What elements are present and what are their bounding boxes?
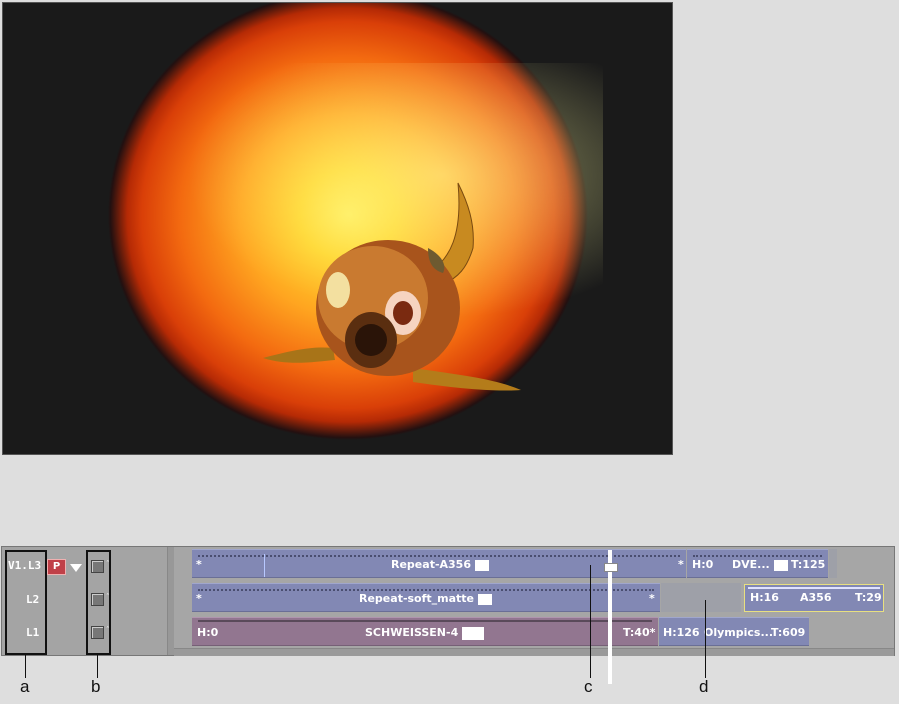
segment-dve[interactable]: H:0 DVE... T:125 — [687, 549, 828, 578]
patch-button[interactable]: P — [47, 559, 66, 575]
timeline-scroll-strip[interactable] — [174, 648, 894, 656]
callout-label-a: a — [20, 677, 30, 696]
callout-line-d — [705, 600, 706, 678]
segment-label: DVE... — [732, 558, 770, 571]
segment-a356-selected[interactable]: H:16 A356 T:29 — [744, 584, 884, 612]
callout-line-a — [25, 654, 26, 678]
segment-label: Repeat-soft_matte — [359, 592, 475, 605]
image-viewer — [2, 2, 673, 455]
playhead-handle[interactable] — [604, 563, 618, 572]
callout-label-b: b — [91, 677, 101, 696]
segment-olympics[interactable]: H:126 Olympics... T:609 — [659, 617, 809, 646]
callout-box-b — [86, 550, 111, 655]
fish-image — [263, 182, 521, 391]
timeline-panel: V1.L3 P L2 L1 ” ” ” * Repeat-A356 * H:0 … — [1, 546, 895, 656]
callout-line-c — [590, 565, 591, 678]
callout-label-d: d — [699, 677, 709, 696]
segment-empty-gap[interactable] — [661, 583, 741, 612]
track-headers: V1.L3 P L2 L1 ” ” ” — [2, 547, 167, 655]
track-menu-triangle-icon[interactable] — [70, 564, 82, 572]
callout-box-a — [5, 550, 47, 655]
segment-label: Repeat-A356 — [391, 558, 471, 571]
segment-gap[interactable] — [829, 549, 837, 578]
track-lanes: * Repeat-A356 * H:0 DVE... T:125 * Repea… — [174, 547, 894, 656]
segment-label: SCHWEISSEN-4 — [365, 626, 459, 639]
callout-label-c: c — [584, 677, 593, 696]
segment-schweissen-4[interactable]: H:0 SCHWEISSEN-4 T:40* — [192, 617, 658, 646]
callout-line-b — [97, 654, 98, 678]
